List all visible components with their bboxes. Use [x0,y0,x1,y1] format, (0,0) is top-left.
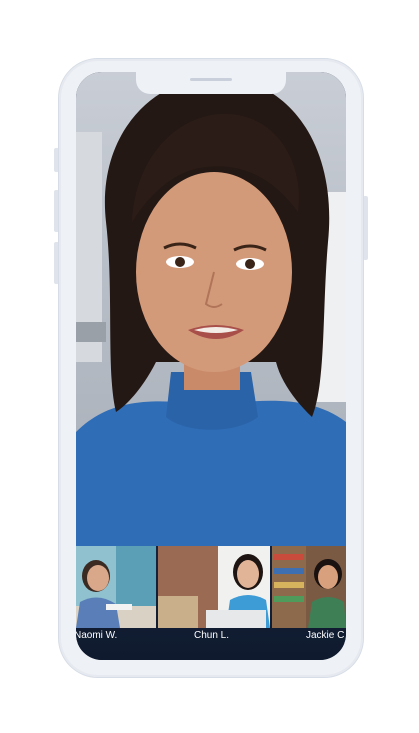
participant-strip: Naomi W. Chun L. Jackie C [76,546,346,660]
participant-tile-naomi[interactable] [76,546,156,628]
participant-name-naomi: Naomi W. [76,630,118,641]
main-video-feed[interactable] [76,72,346,546]
phone-earpiece [190,78,232,81]
main-speaker-illustration [76,77,346,546]
phone-notch [136,72,286,94]
participant-name-jackie: Jackie C [306,630,345,641]
participant-video-naomi [76,546,156,628]
phone-screen: Naomi W. Chun L. Jackie C [76,72,346,660]
mockup-stage: Naomi W. Chun L. Jackie C [0,0,419,733]
participant-video-chun [158,546,270,628]
participant-tile-jackie[interactable] [272,546,346,628]
participant-name-chun: Chun L. [194,630,230,641]
participant-video-jackie [272,546,346,628]
participant-tile-chun[interactable] [158,546,270,628]
